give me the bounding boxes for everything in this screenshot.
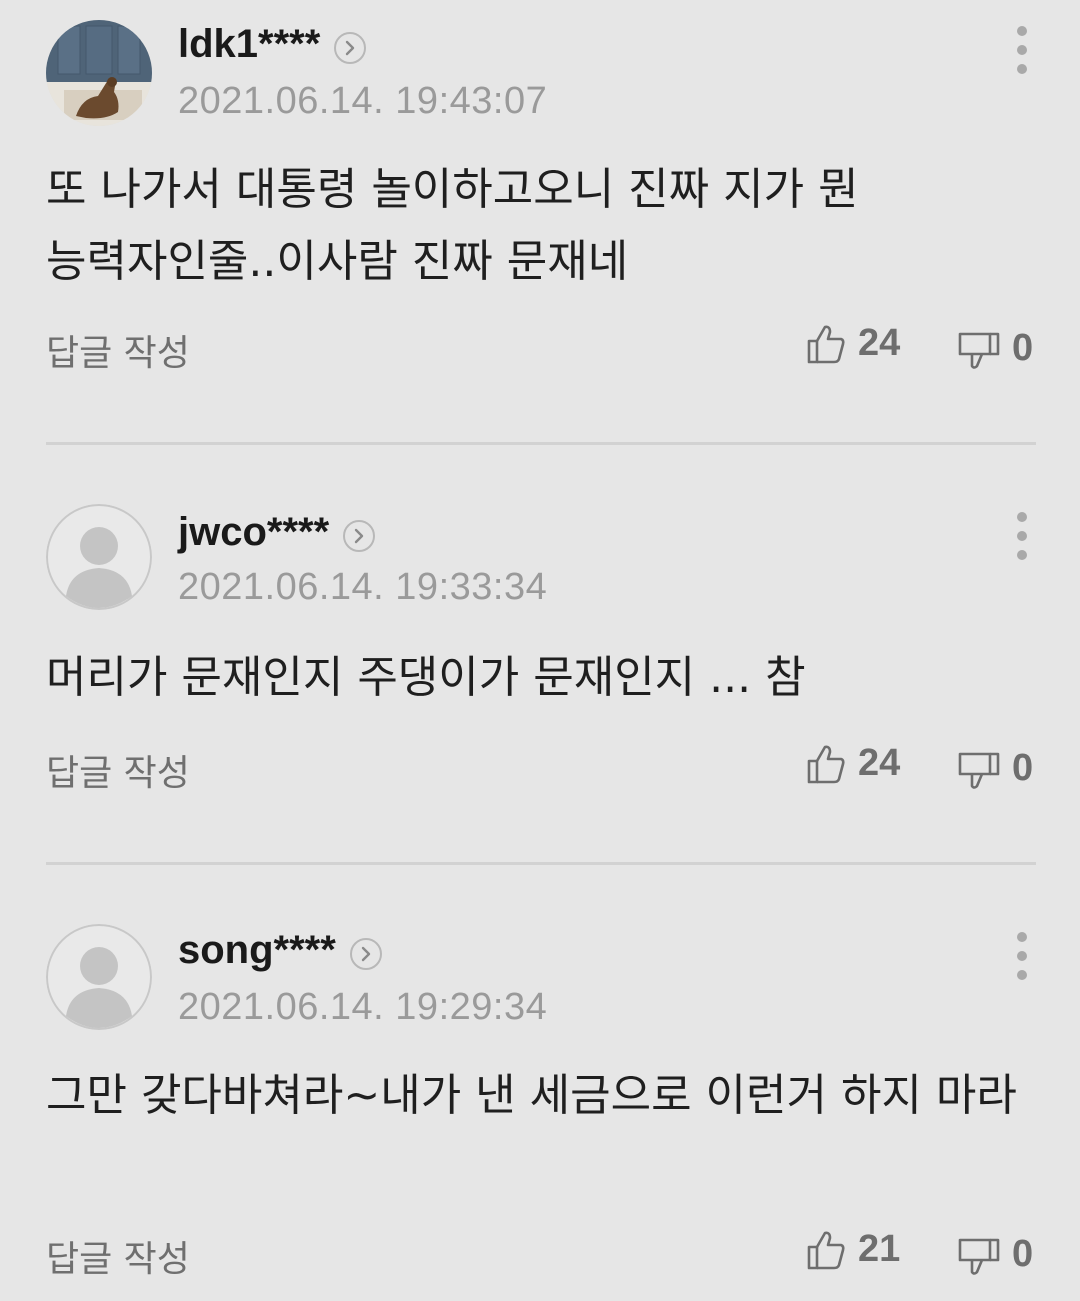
like-button[interactable]: 21: [806, 1228, 900, 1271]
dislike-count: 0: [1012, 326, 1034, 369]
more-vertical-icon[interactable]: [1008, 20, 1036, 80]
like-button[interactable]: 24: [806, 742, 900, 785]
thumbs-up-icon: [807, 745, 845, 783]
comment-text: 그만 갖다바쳐라~내가 낸 세금으로 이런거 하지 마라: [46, 1070, 1017, 1121]
like-count: 21: [858, 1228, 901, 1270]
timestamp: 2021.06.14. 19:43:07: [178, 80, 548, 122]
timestamp: 2021.06.14. 19:33:34: [178, 566, 548, 608]
username[interactable]: song****: [178, 928, 336, 973]
more-vertical-icon[interactable]: [1008, 926, 1036, 986]
more-vertical-icon[interactable]: [1008, 506, 1036, 566]
avatar[interactable]: [46, 20, 152, 126]
chevron-right-icon[interactable]: [343, 520, 376, 552]
username[interactable]: ldk1****: [178, 22, 320, 67]
reply-button[interactable]: 답글 작성: [46, 744, 190, 796]
thumbs-up-icon: [807, 325, 845, 363]
thumbs-down-icon: [958, 332, 1000, 369]
divider: [46, 442, 1036, 445]
chevron-right-icon[interactable]: [349, 938, 382, 970]
like-button[interactable]: 24: [806, 322, 900, 365]
thumbs-up-icon: [807, 1231, 845, 1269]
avatar[interactable]: [46, 924, 152, 1030]
default-person-avatar-icon: [46, 504, 152, 610]
dog-photo-avatar-icon: [46, 20, 152, 126]
comment-text: 머리가 문재인지 주댕이가 문재인지 ... 참: [46, 652, 806, 703]
chevron-right-icon[interactable]: [334, 32, 367, 64]
thumbs-down-icon: [958, 1238, 1000, 1275]
reply-button[interactable]: 답글 작성: [46, 324, 190, 376]
dislike-count: 0: [1012, 746, 1034, 789]
default-person-avatar-icon: [46, 924, 152, 1030]
dislike-button[interactable]: 0: [958, 746, 1033, 790]
thumbs-down-icon: [958, 752, 1000, 789]
dislike-count: 0: [1012, 1232, 1034, 1275]
reply-button[interactable]: 답글 작성: [46, 1230, 190, 1282]
like-count: 24: [858, 742, 901, 784]
comment-text: 또 나가서 대통령 놀이하고오니 진짜 지가 뭔 능력자인줄..이사람 진짜 문…: [46, 164, 859, 287]
avatar[interactable]: [46, 504, 152, 610]
timestamp: 2021.06.14. 19:29:34: [178, 986, 548, 1028]
divider: [46, 862, 1036, 865]
like-count: 24: [858, 322, 901, 364]
username[interactable]: jwco****: [178, 510, 329, 555]
dislike-button[interactable]: 0: [958, 1232, 1033, 1276]
username-row: jwco****: [178, 506, 376, 558]
username-row: ldk1****: [178, 18, 367, 70]
username-row: song****: [178, 924, 382, 976]
dislike-button[interactable]: 0: [958, 326, 1033, 370]
